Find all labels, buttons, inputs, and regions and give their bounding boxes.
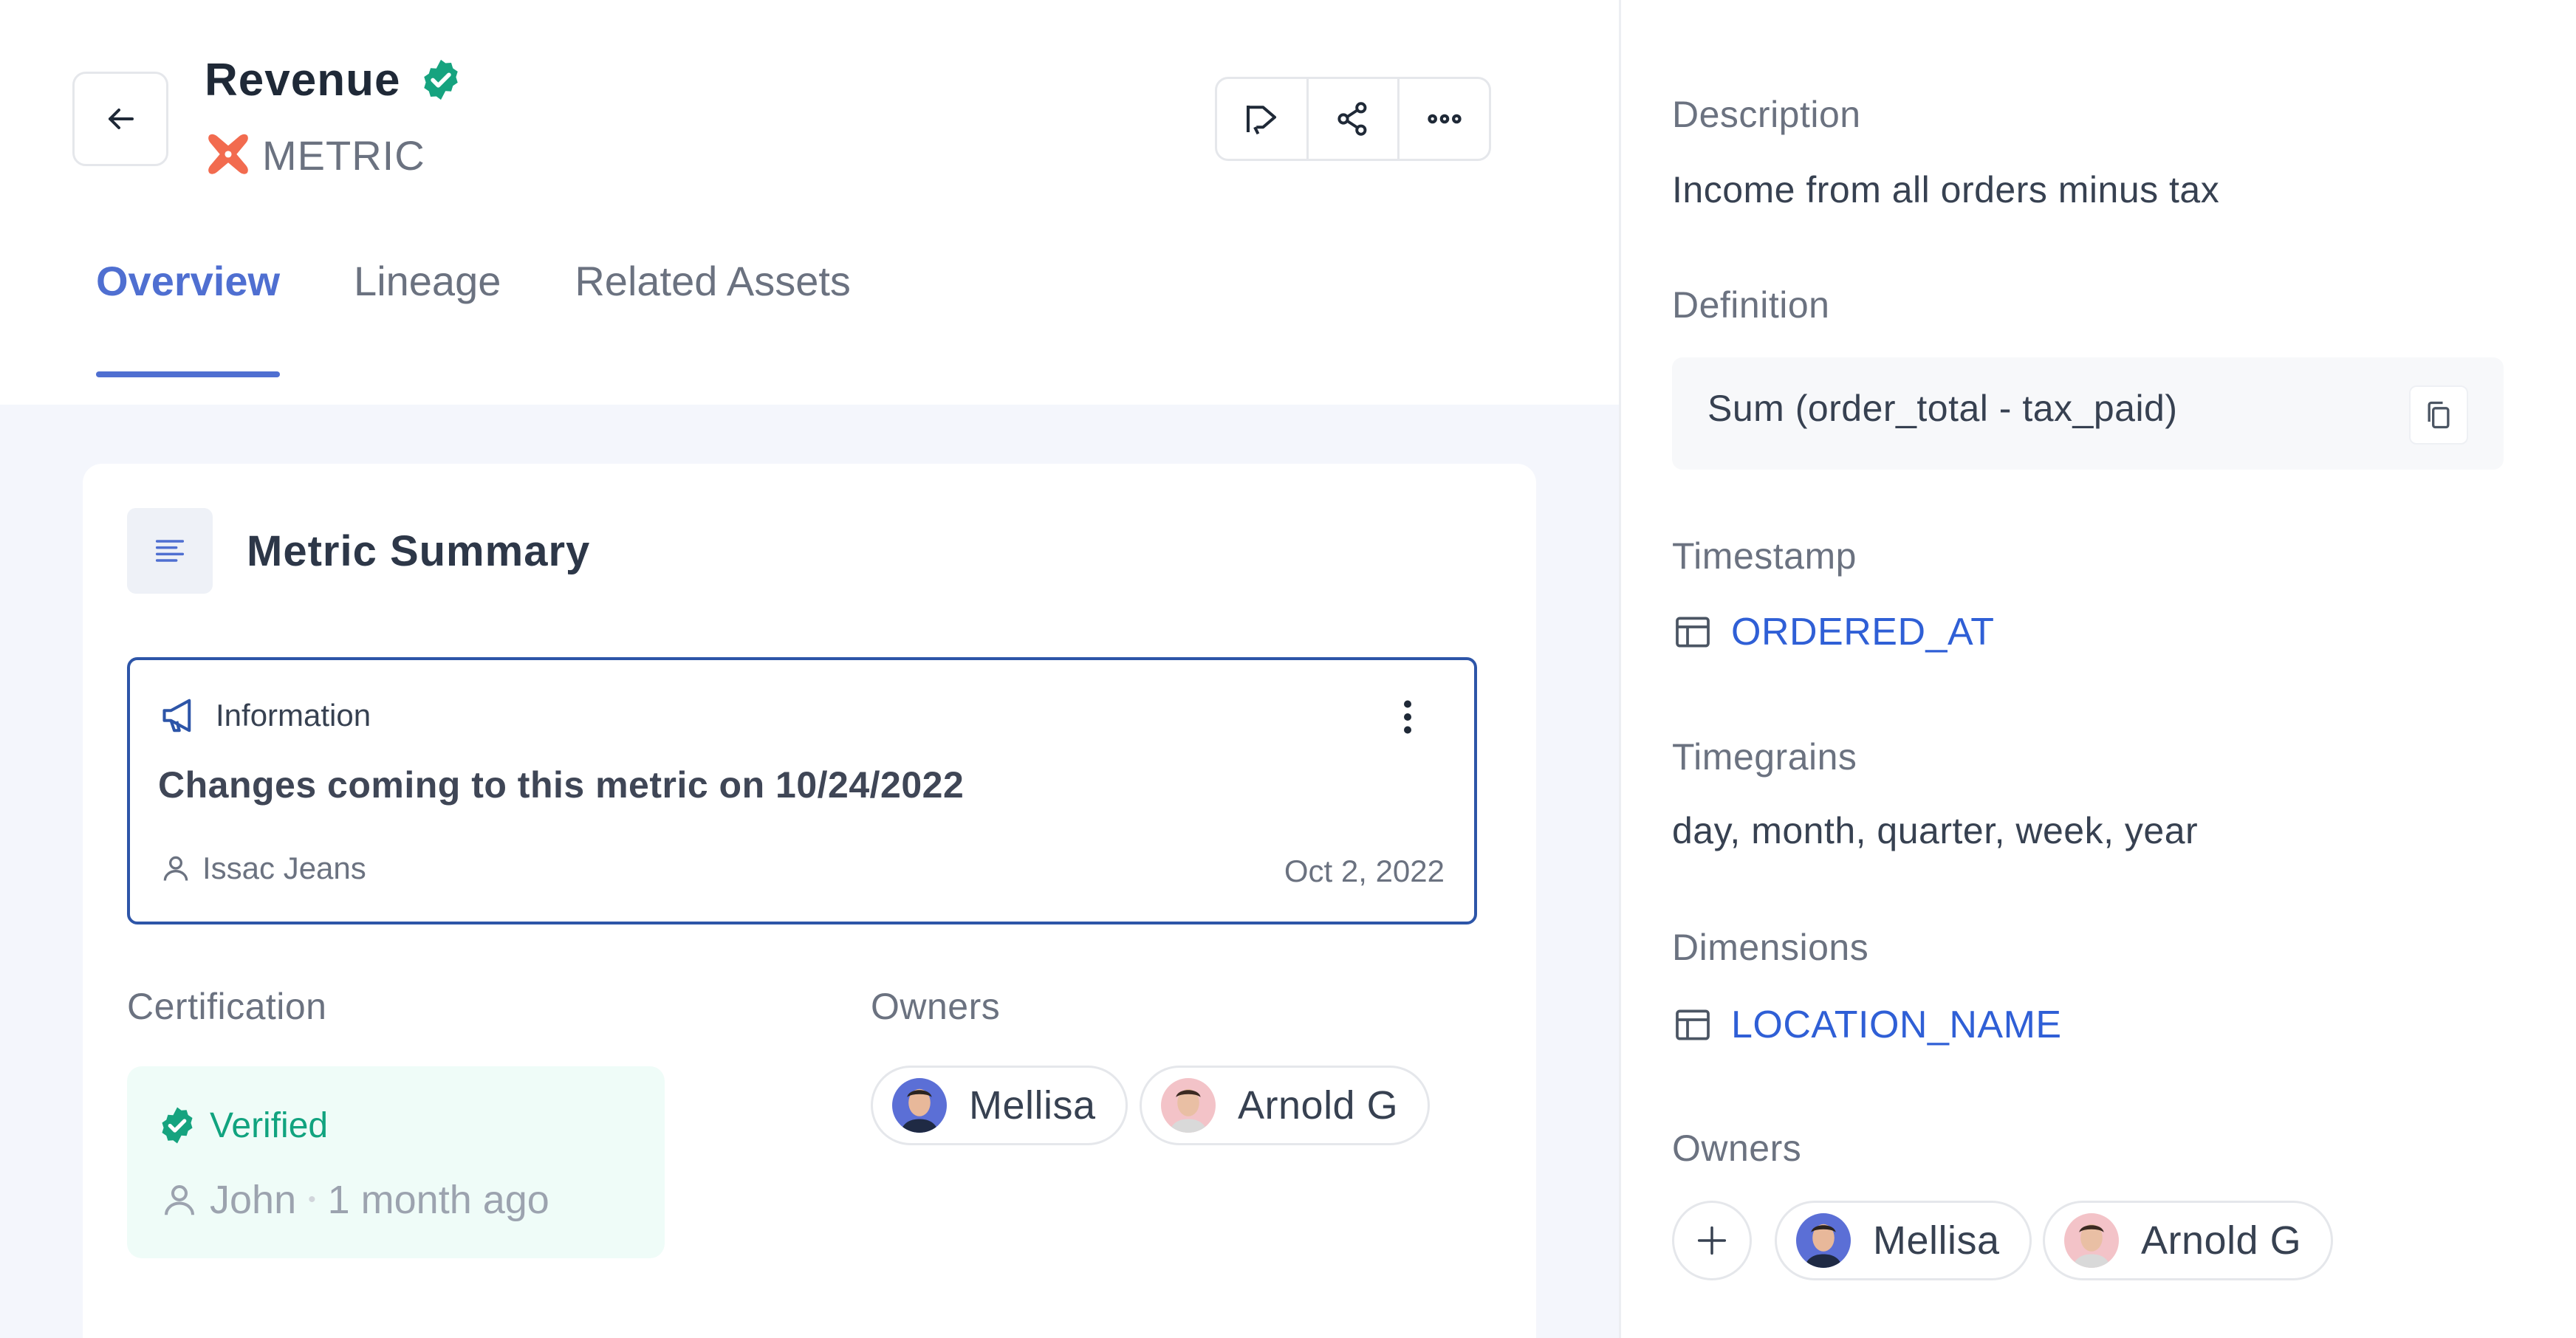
certification-time: 1 month ago — [327, 1178, 549, 1222]
announcement-header: Information — [158, 696, 371, 735]
certification-status: Verified — [157, 1105, 328, 1146]
more-horizontal-icon — [1428, 114, 1462, 124]
page-title: Revenue — [205, 54, 401, 106]
announcement-type: Information — [216, 698, 371, 733]
user-icon — [163, 856, 188, 881]
owner-chip-mellisa[interactable]: Mellisa — [871, 1066, 1128, 1145]
announcement-message: Changes coming to this metric on 10/24/2… — [158, 764, 965, 806]
sidebar-owner-chip-mellisa[interactable]: Mellisa — [1775, 1201, 2032, 1280]
certification-label: Certification — [127, 986, 327, 1027]
copy-icon — [2428, 401, 2450, 429]
copy-button[interactable] — [2409, 385, 2468, 445]
timestamp-label: Timestamp — [1672, 535, 1857, 577]
certification-status-text: Verified — [210, 1105, 329, 1145]
share-button[interactable] — [1306, 79, 1398, 159]
sidebar-owner-chip-arnold[interactable]: Arnold G — [2043, 1201, 2334, 1280]
table-icon — [1676, 617, 1710, 648]
asset-header: Revenue METRIC Overview Lineage Related … — [0, 0, 1619, 405]
back-button[interactable] — [72, 72, 168, 166]
user-icon — [164, 1184, 195, 1215]
announcement-date: Oct 2, 2022 — [1284, 854, 1445, 888]
tab-overview[interactable]: Overview — [96, 244, 281, 377]
description-label: Description — [1672, 94, 1861, 135]
avatar — [892, 1078, 947, 1133]
announcement-author: Issac Jeans — [160, 851, 366, 886]
asset-type-label: METRIC — [262, 131, 425, 179]
timestamp-link[interactable]: ORDERED_AT — [1672, 610, 1995, 654]
timestamp-value: ORDERED_AT — [1731, 611, 1995, 653]
timegrains-text: day, month, quarter, week, year — [1672, 810, 2199, 851]
announcement-card[interactable]: Information Changes coming to this metri… — [127, 657, 1477, 924]
kebab-menu-icon[interactable] — [1400, 699, 1415, 735]
tab-lineage[interactable]: Lineage — [354, 244, 501, 377]
verified-badge-icon — [418, 57, 464, 103]
arrow-left-icon — [109, 109, 134, 129]
certifier-name: John — [210, 1178, 297, 1222]
sidebar-owners-label: Owners — [1672, 1128, 1802, 1169]
description-text: Income from all orders minus tax — [1672, 169, 2220, 210]
definition-code: Sum (order_total - tax_paid) — [1707, 388, 2178, 429]
text-align-icon — [127, 508, 213, 594]
avatar — [2064, 1213, 2119, 1268]
definition-label: Definition — [1672, 284, 1830, 326]
owner-name: Mellisa — [969, 1083, 1096, 1128]
share-icon — [1337, 102, 1367, 136]
summary-header: Metric Summary — [127, 508, 590, 594]
owner-name: Arnold G — [2141, 1218, 2302, 1263]
certification-card: Verified John • 1 month ago — [127, 1066, 665, 1258]
table-icon — [1676, 1009, 1710, 1040]
dimension-value: LOCATION_NAME — [1731, 1004, 2062, 1046]
more-button[interactable] — [1397, 79, 1489, 159]
definition-box: Sum (order_total - tax_paid) — [1672, 357, 2504, 470]
separator-dot: • — [308, 1187, 316, 1212]
metric-summary-card: Metric Summary Information Changes comin… — [83, 464, 1536, 1338]
owner-chip-arnold[interactable]: Arnold G — [1140, 1066, 1431, 1145]
dimensions-label: Dimensions — [1672, 927, 1869, 968]
plus-icon — [1697, 1226, 1727, 1255]
asset-type: METRIC — [203, 127, 425, 183]
dbt-logo-icon — [203, 130, 253, 180]
owners-label: Owners — [871, 986, 1001, 1027]
asset-title: Revenue — [205, 49, 464, 111]
megaphone-icon — [162, 699, 191, 733]
verified-badge-icon — [162, 1107, 193, 1144]
announce-button[interactable] — [1217, 79, 1306, 159]
tab-related-assets[interactable]: Related Assets — [575, 244, 851, 377]
timegrains-label: Timegrains — [1672, 736, 1857, 778]
main-pane: Revenue METRIC Overview Lineage Related … — [0, 0, 1619, 1338]
header-actions — [1215, 77, 1491, 161]
owner-name: Arnold G — [1238, 1083, 1399, 1128]
dimension-link[interactable]: LOCATION_NAME — [1672, 1003, 2062, 1047]
avatar — [1796, 1213, 1851, 1268]
summary-title: Metric Summary — [247, 526, 591, 575]
tab-bar: Overview Lineage Related Assets — [96, 244, 925, 377]
owner-name: Mellisa — [1873, 1218, 2000, 1263]
add-owner-button[interactable] — [1672, 1201, 1752, 1280]
announcement-icon — [1247, 106, 1277, 135]
avatar — [1161, 1078, 1216, 1133]
certification-meta: John • 1 month ago — [160, 1177, 549, 1223]
author-name: Issac Jeans — [202, 851, 366, 885]
details-sidebar: Description Income from all orders minus… — [1621, 0, 2576, 1338]
